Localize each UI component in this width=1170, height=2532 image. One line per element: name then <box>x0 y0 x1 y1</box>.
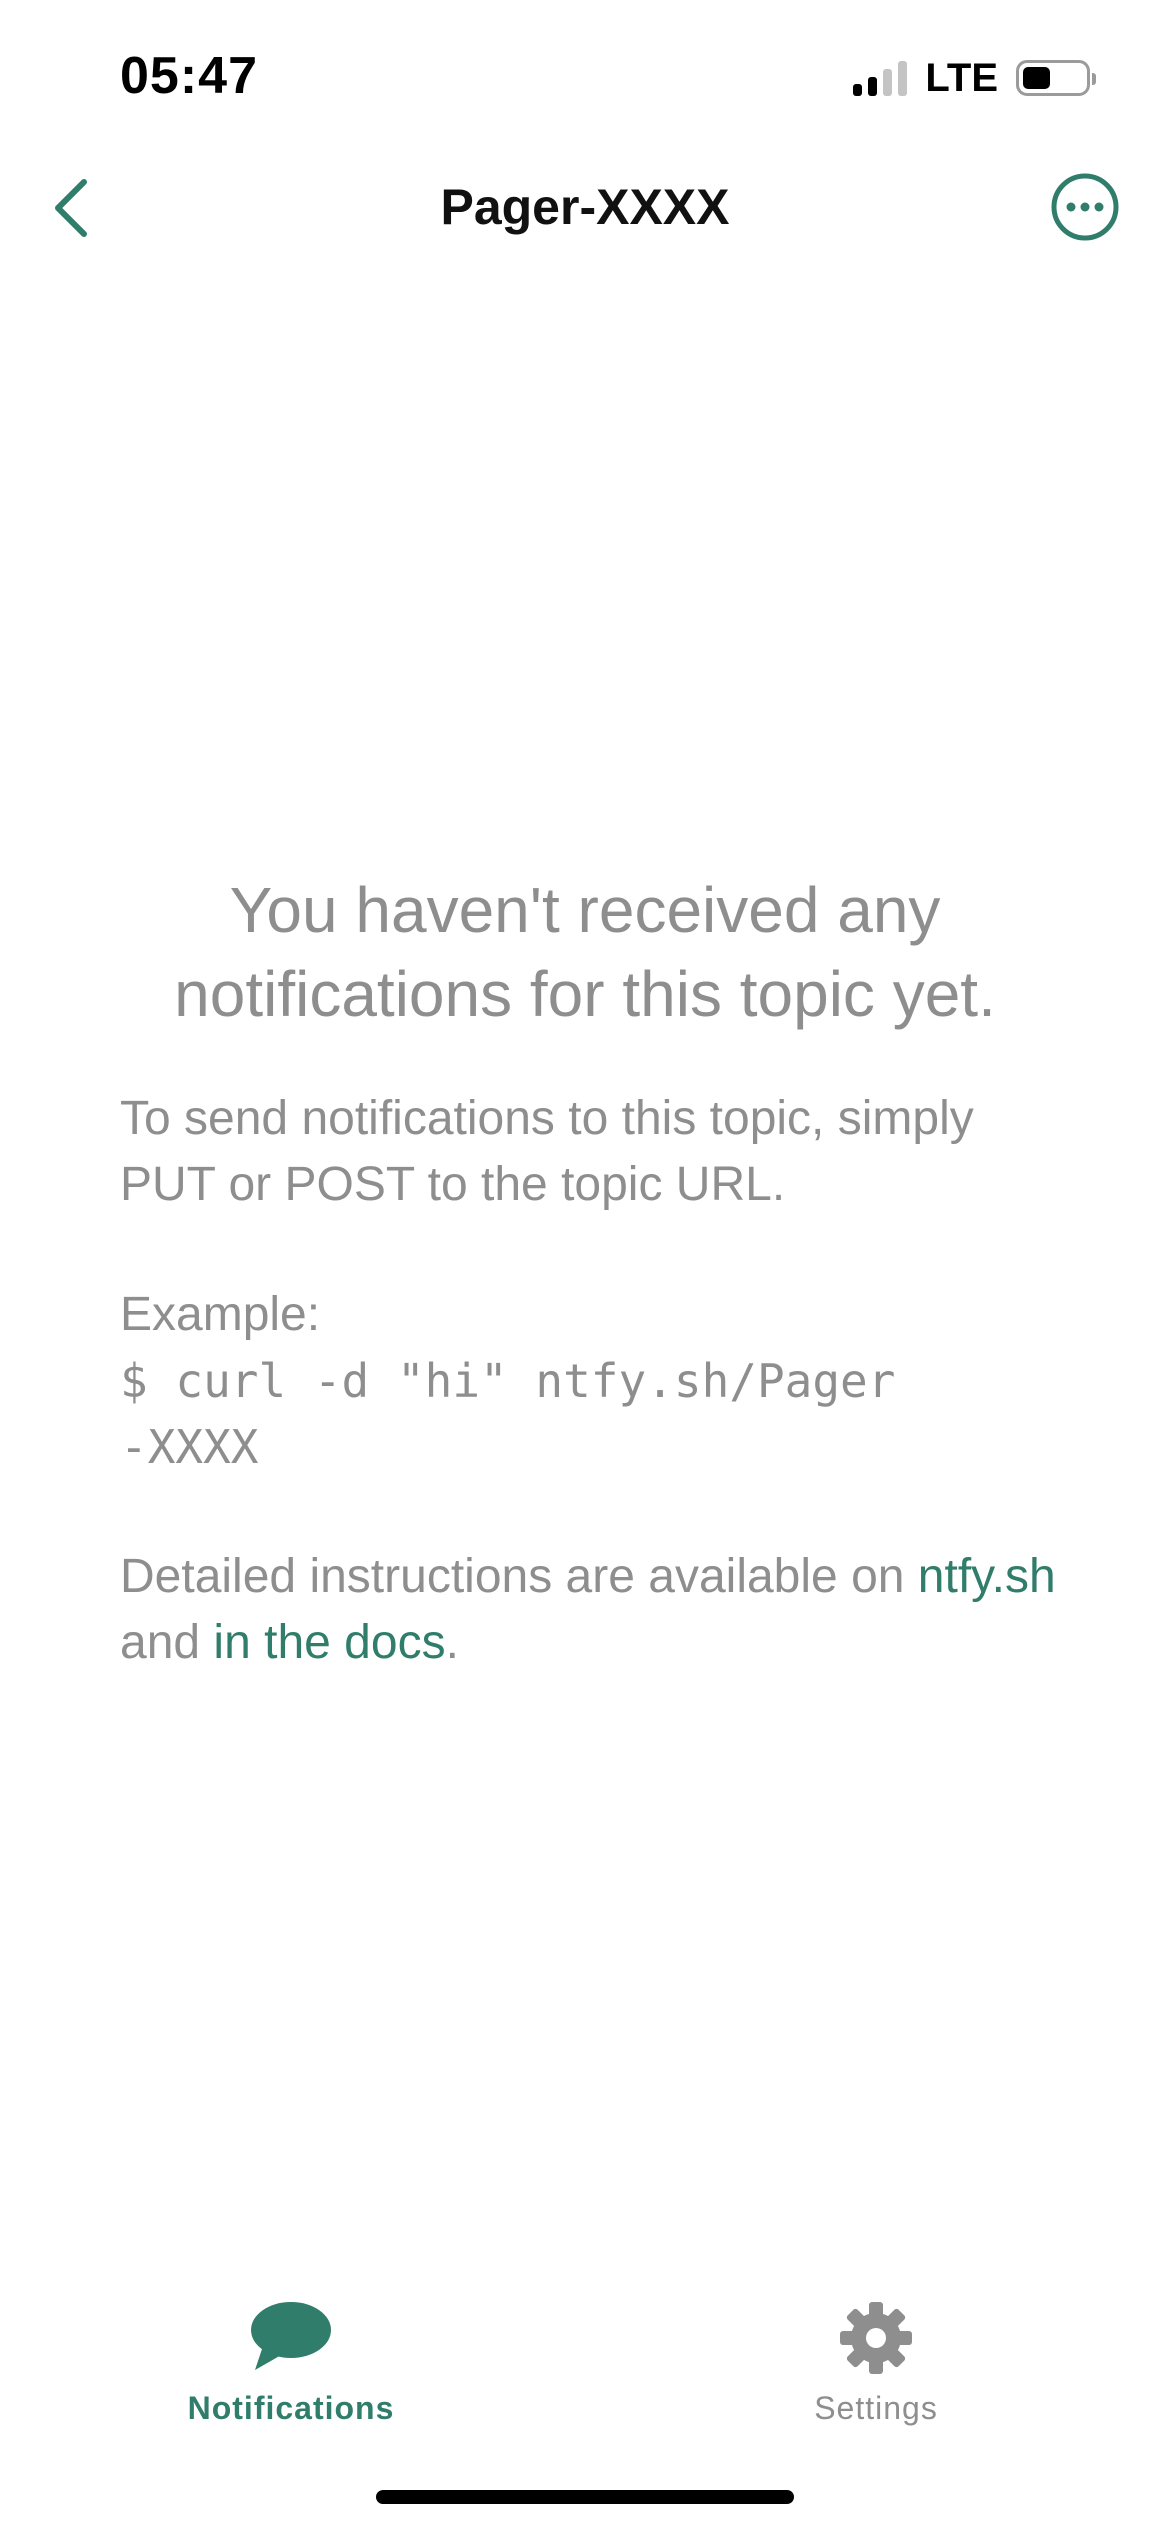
ntfy-site-link[interactable]: ntfy.sh <box>918 1550 1056 1603</box>
example-command: $ curl -d "hi" ntfy.sh/Pager-XXXX <box>120 1354 896 1474</box>
ellipsis-circle-icon <box>1051 173 1119 241</box>
empty-state-title: You haven't received any notifications f… <box>174 874 996 1030</box>
example-label: Example: <box>120 1288 321 1341</box>
example-block: Example: $ curl -d "hi" ntfy.sh/Pager-XX… <box>120 1282 1080 1480</box>
docs-link[interactable]: in the docs <box>213 1616 445 1669</box>
details-prefix: Detailed instructions are available on <box>120 1550 918 1603</box>
status-time: 05:47 <box>120 47 258 105</box>
tab-settings[interactable]: Settings <box>726 2280 1026 2440</box>
navigation-bar: Pager-XXXX <box>0 150 1170 270</box>
battery-level <box>1023 67 1050 89</box>
tab-bar: Notifications Settings <box>0 2280 1170 2440</box>
details-text: Detailed instructions are available on n… <box>120 1544 1080 1676</box>
details-suffix: . <box>445 1616 459 1669</box>
more-options-button[interactable] <box>1050 172 1120 242</box>
tab-notifications[interactable]: Notifications <box>141 2280 441 2440</box>
tab-label-notifications: Notifications <box>187 2390 395 2426</box>
home-indicator[interactable] <box>376 2490 794 2504</box>
network-type: LTE <box>925 55 998 100</box>
page-title: Pager-XXXX <box>440 179 730 235</box>
status-bar: 05:47 LTE <box>0 0 1170 150</box>
instructions-text: To send notifications to this topic, sim… <box>120 1092 974 1211</box>
signal-strength-icon <box>853 60 908 96</box>
tab-label-settings: Settings <box>814 2390 938 2426</box>
chat-bubble-icon <box>251 2302 331 2370</box>
gear-icon <box>840 2302 912 2374</box>
details-middle: and <box>120 1616 214 1669</box>
battery-icon <box>1016 60 1096 96</box>
status-indicators: LTE <box>853 55 1096 100</box>
battery-tip <box>1092 73 1096 85</box>
